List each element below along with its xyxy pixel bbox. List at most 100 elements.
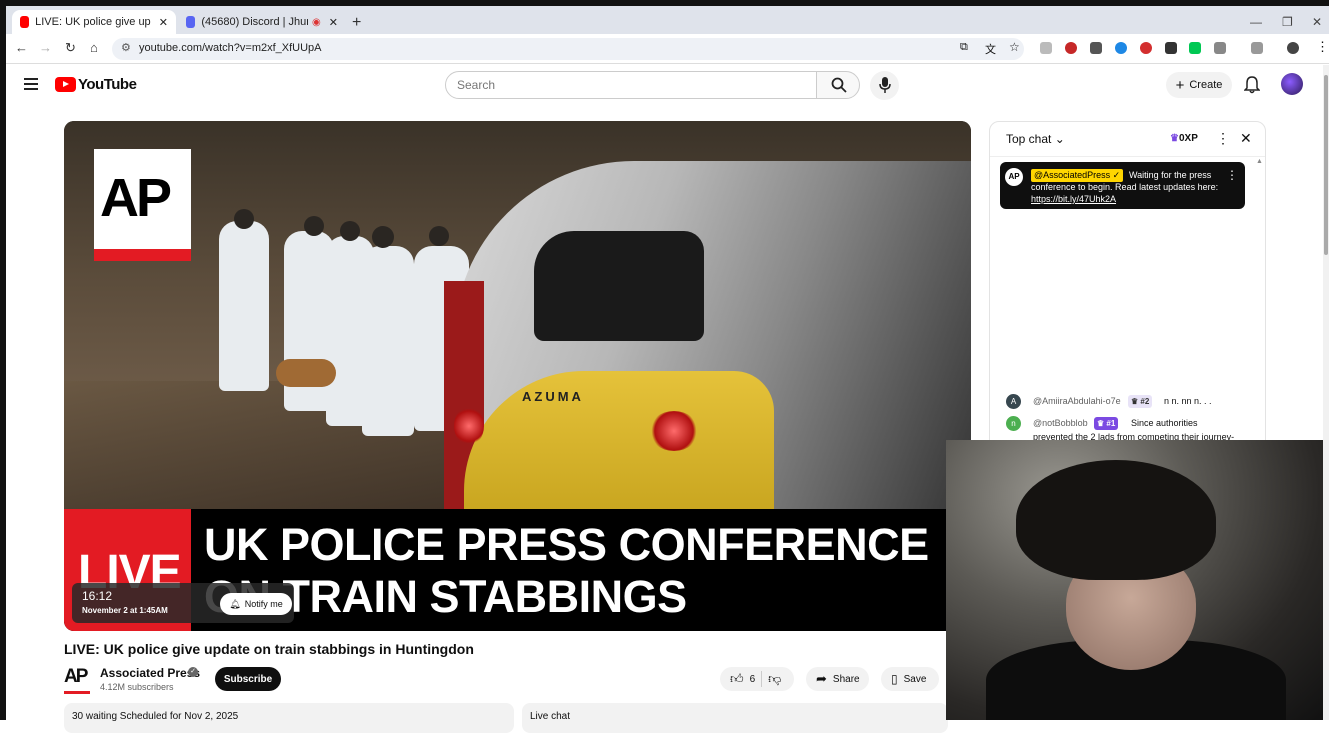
police-dog: [276, 359, 336, 387]
home-icon[interactable]: ⌂: [90, 40, 98, 55]
voice-search-button[interactable]: [870, 71, 899, 100]
webcam-overlay: [946, 440, 1323, 720]
back-icon[interactable]: ←: [15, 40, 28, 55]
officer-head: [234, 209, 254, 229]
install-app-icon[interactable]: ⧉: [960, 41, 968, 54]
extension-icon[interactable]: [1140, 42, 1152, 54]
restore-icon[interactable]: ❐: [1282, 15, 1293, 29]
crown-icon: ♛: [1170, 133, 1179, 144]
search-icon: [831, 77, 847, 93]
subscriber-count: 4.12M subscribers: [100, 682, 174, 692]
pinned-author-name: @AssociatedPress: [1034, 170, 1111, 180]
description-box[interactable]: 30 waiting Scheduled for Nov 2, 2025: [64, 703, 514, 733]
plus-icon: +: [1175, 76, 1185, 94]
subscribe-button[interactable]: Subscribe: [215, 667, 281, 691]
officer-head: [340, 221, 360, 241]
channel-avatar-text: AP: [64, 666, 88, 687]
headline-line-1: UK POLICE PRESS CONFERENCE: [204, 519, 929, 570]
train-tail-light: [649, 411, 699, 451]
youtube-logo-icon[interactable]: [55, 77, 76, 92]
profile-avatar[interactable]: [1287, 42, 1299, 54]
address-bar[interactable]: ⚙ youtube.com/watch?v=m2xf_XfUUpA ⧉ 文 ☆: [112, 38, 1024, 60]
video-player[interactable]: AZUMA AP LIVE UK POLICE PRESS CONFERENCE…: [64, 121, 971, 631]
bell-icon: 🔔︎: [229, 598, 241, 609]
webcam-person-hair: [1016, 460, 1216, 580]
officer-head: [429, 226, 449, 246]
microphone-icon: [879, 77, 891, 93]
rank-value: #2: [1140, 397, 1150, 406]
share-button[interactable]: ➦ Share: [806, 667, 869, 691]
chevron-down-icon: ⌄: [1054, 132, 1065, 146]
translate-icon[interactable]: 文: [985, 41, 996, 57]
chat-author[interactable]: @notBobblob: [1033, 418, 1088, 428]
divider: [761, 671, 763, 687]
page-scrollbar[interactable]: [1323, 65, 1329, 720]
url-text: youtube.com/watch?v=m2xf_XfUUpA: [139, 42, 322, 54]
create-button[interactable]: + Create: [1166, 72, 1232, 98]
close-window-icon[interactable]: ✕: [1312, 15, 1322, 29]
video-frame-scene: AZUMA AP: [64, 121, 971, 511]
close-tab-icon[interactable]: ✕: [329, 16, 338, 29]
pinned-author: @AssociatedPress ✓: [1031, 169, 1124, 182]
reload-icon[interactable]: ↻: [65, 40, 76, 56]
search-input[interactable]: Search: [445, 71, 817, 99]
notifications-bell-icon[interactable]: [1244, 76, 1260, 94]
window-frame-left: [0, 0, 6, 720]
forward-icon[interactable]: →: [39, 40, 52, 55]
extension-icon[interactable]: [1115, 42, 1127, 54]
live-chat-panel-header[interactable]: Live chat: [522, 703, 948, 733]
notify-label: Notify me: [244, 599, 283, 609]
new-tab-icon[interactable]: +: [352, 14, 361, 32]
train-windscreen: [534, 231, 704, 341]
browser-toolbar: ← → ↻ ⌂ ⚙ youtube.com/watch?v=m2xf_XfUUp…: [6, 34, 1329, 64]
share-arrow-icon: ➦: [816, 671, 827, 686]
close-chat-icon[interactable]: ✕: [1240, 130, 1252, 147]
extension-icon[interactable]: [1189, 42, 1201, 54]
extension-icon[interactable]: [1065, 42, 1077, 54]
tab-discord[interactable]: (45680) Discord | Jhunter, R ◉ ✕: [178, 10, 346, 34]
ap-logo-text: AP: [100, 168, 172, 228]
channel-name[interactable]: Associated Press: [100, 666, 200, 680]
shield-icon[interactable]: [1165, 42, 1177, 54]
like-count[interactable]: 6: [750, 674, 756, 685]
menu-icon[interactable]: [24, 78, 38, 90]
schedule-overlay: 16:12 November 2 at 1:45AM 🔔︎ Notify me: [72, 583, 294, 623]
search-button[interactable]: [816, 71, 860, 99]
account-avatar[interactable]: [1281, 73, 1303, 95]
scheduled-date: November 2 at 1:45AM: [82, 606, 168, 615]
browser-menu-icon[interactable]: ⋮: [1316, 39, 1329, 55]
save-button[interactable]: ▯ Save: [881, 667, 939, 691]
thumbs-up-icon[interactable]: 👍︎: [730, 671, 744, 687]
tab-youtube[interactable]: LIVE: UK police give update on ✕: [12, 10, 176, 34]
side-panel-icon[interactable]: [1251, 42, 1263, 54]
save-label: Save: [903, 673, 927, 685]
extension-icon[interactable]: [1090, 42, 1102, 54]
waiting-schedule-text: 30 waiting Scheduled for Nov 2, 2025: [72, 711, 239, 722]
notify-me-button[interactable]: 🔔︎ Notify me: [220, 593, 292, 615]
minimize-icon[interactable]: —: [1250, 15, 1262, 29]
youtube-favicon-icon: [20, 16, 30, 28]
browser-tab-strip: LIVE: UK police give update on ✕ (45680)…: [6, 6, 1329, 34]
pinned-link[interactable]: https://bit.ly/47Uhk2A: [1031, 194, 1116, 204]
train-name-text: AZUMA: [522, 389, 584, 404]
channel-avatar[interactable]: AP: [64, 666, 90, 694]
chat-author[interactable]: @AmiiraAbdulahi-o7e: [1033, 396, 1121, 406]
xp-badge[interactable]: ♛0XP: [1170, 133, 1198, 144]
recording-icon: ◉: [312, 16, 321, 28]
thumbs-down-icon[interactable]: 👎︎: [768, 671, 781, 687]
puzzle-icon[interactable]: [1214, 42, 1226, 54]
bookmark-star-icon[interactable]: ☆: [1009, 40, 1020, 54]
site-info-icon[interactable]: ⚙: [121, 41, 131, 54]
chat-mode-dropdown[interactable]: Top chat ⌄: [1006, 132, 1065, 146]
share-label: Share: [832, 673, 860, 685]
pinned-menu-icon[interactable]: ⋮: [1226, 168, 1238, 182]
video-title: LIVE: UK police give update on train sta…: [64, 641, 474, 657]
chat-text: n n. nn n. . .: [1164, 396, 1212, 406]
tab-title: (45680) Discord | Jhunter, R: [201, 16, 308, 28]
youtube-logo-text[interactable]: YouTube: [78, 76, 137, 93]
youtube-header: YouTube Search + Create: [6, 65, 1323, 107]
close-tab-icon[interactable]: ✕: [159, 16, 168, 29]
scroll-up-icon[interactable]: ▲: [1256, 158, 1263, 165]
extension-icon[interactable]: [1040, 42, 1052, 54]
chat-menu-icon[interactable]: ⋮: [1216, 130, 1230, 147]
